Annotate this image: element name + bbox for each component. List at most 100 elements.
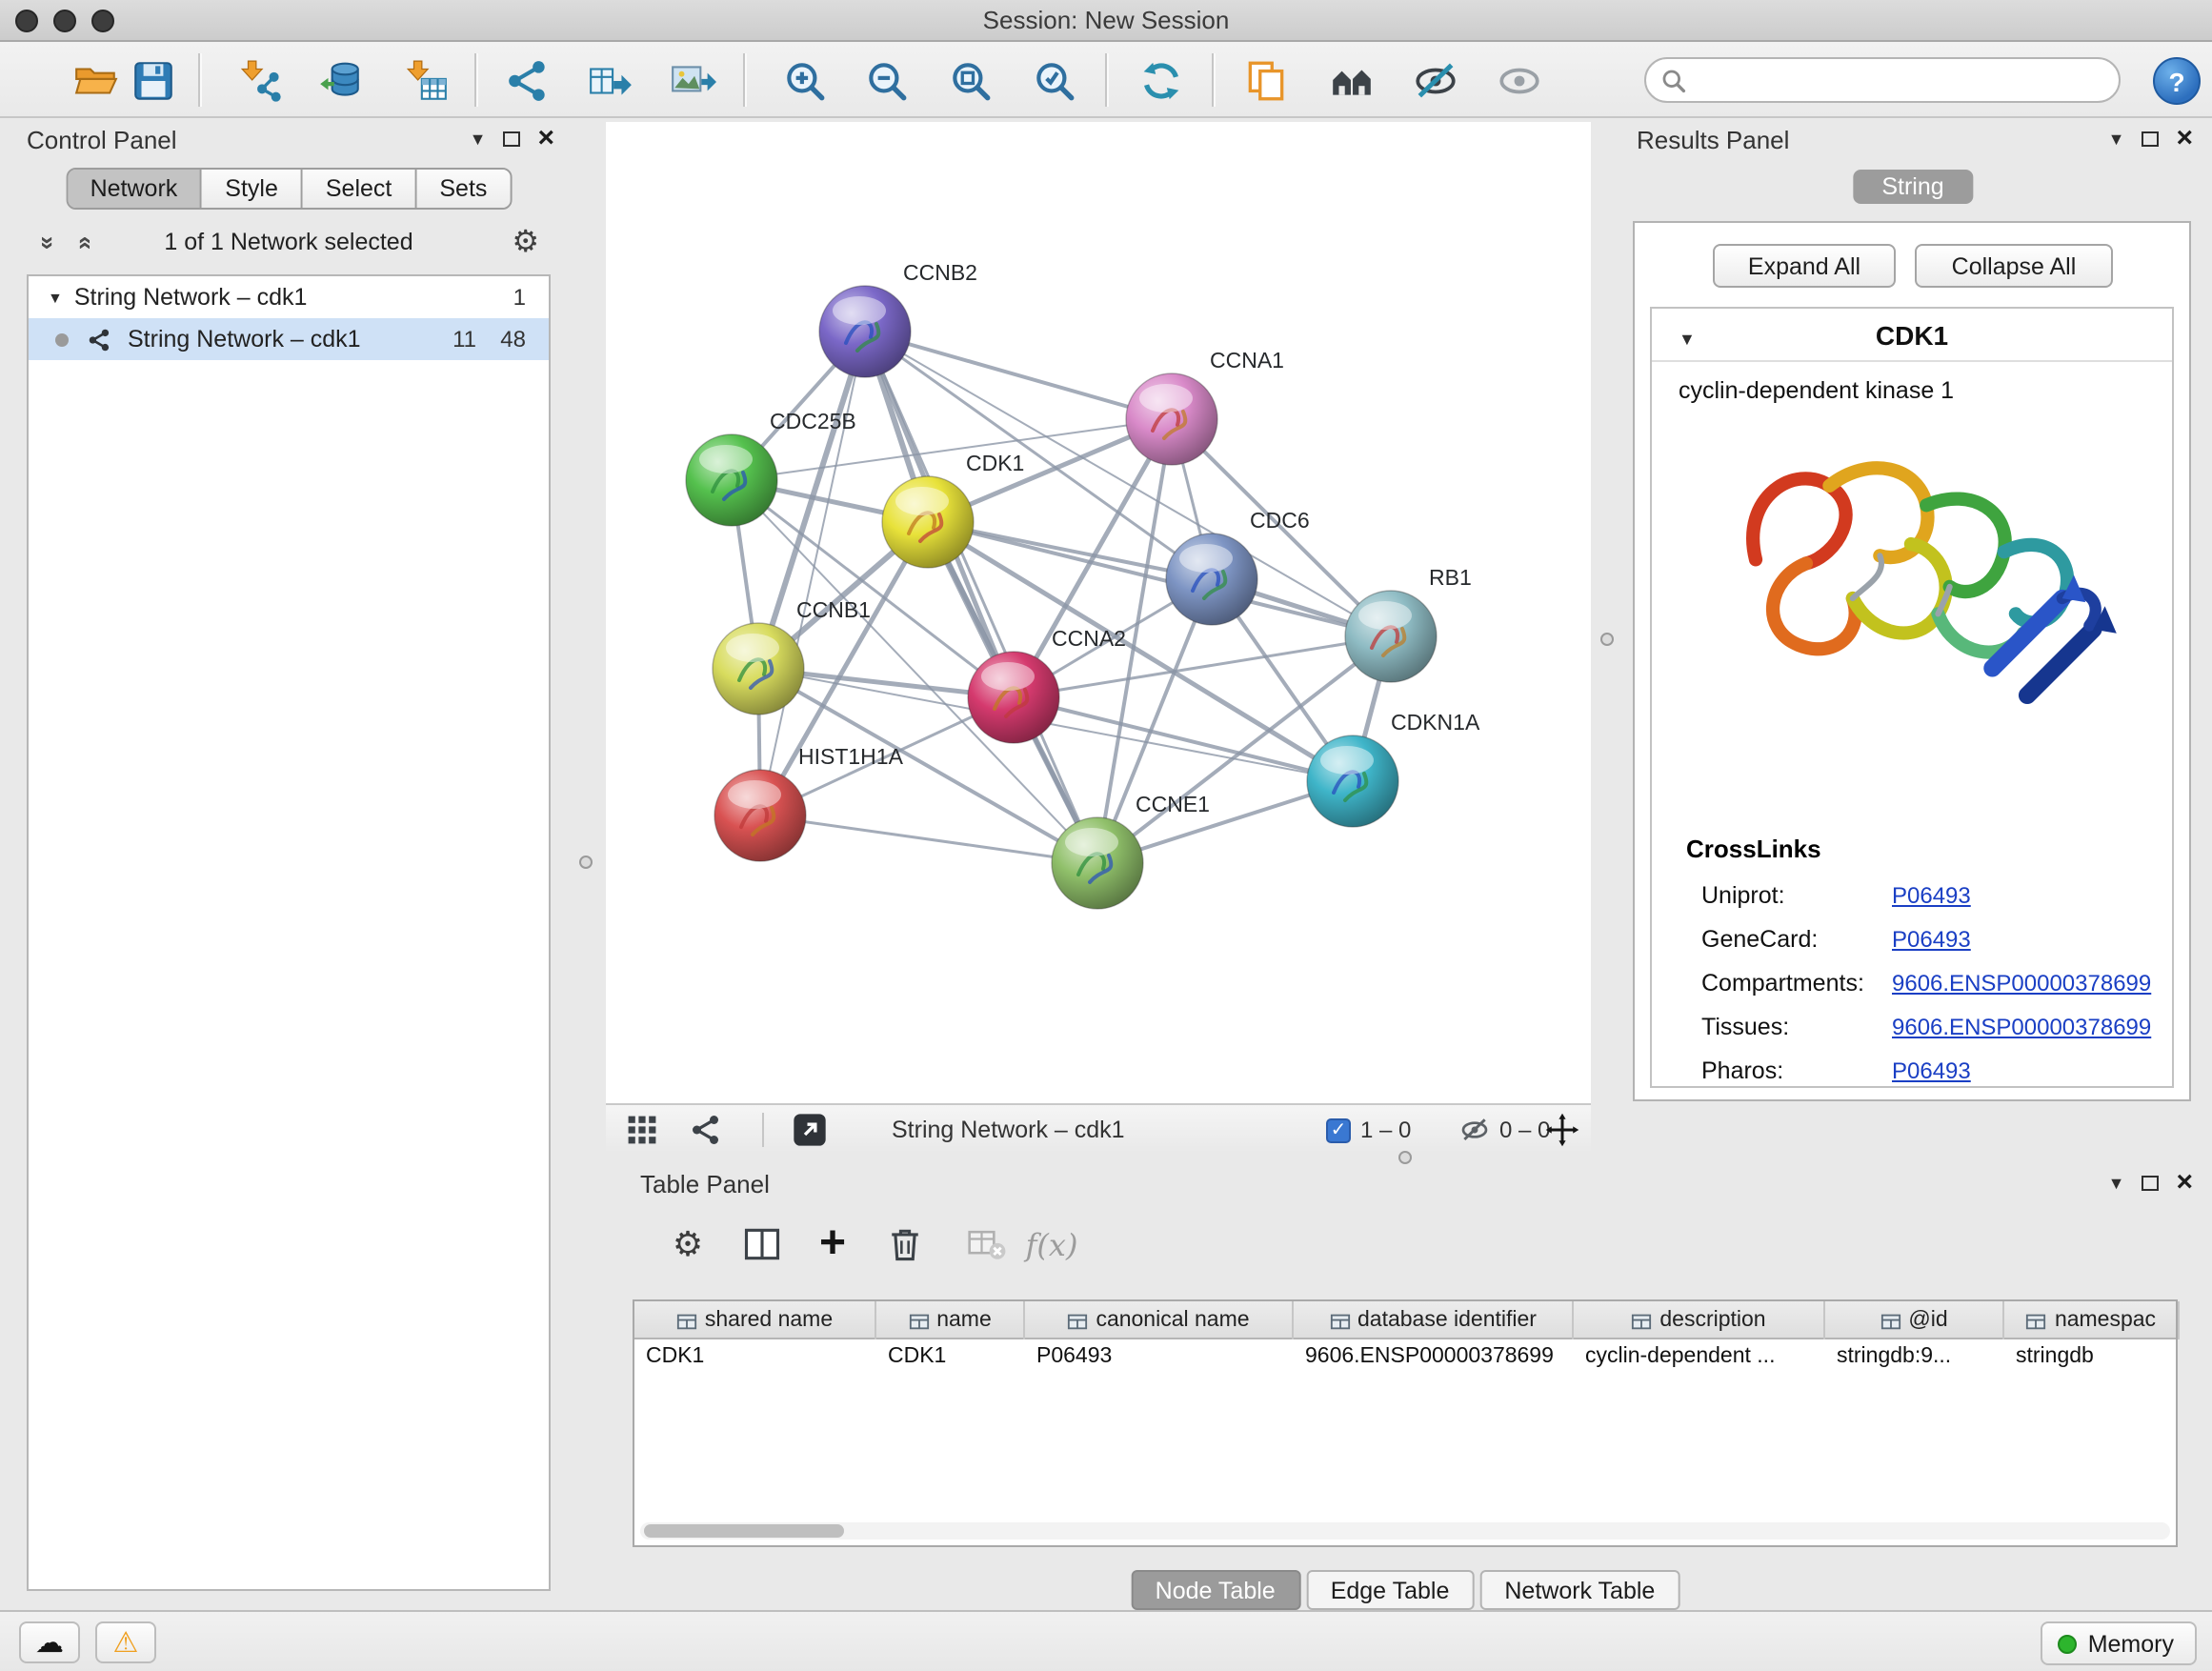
- network-node-cdc6[interactable]: CDC6: [1166, 508, 1310, 625]
- crosslink-link-genecard[interactable]: P06493: [1892, 926, 1971, 953]
- table-options-button[interactable]: ⚙: [659, 1216, 716, 1273]
- panel-close-icon[interactable]: ×: [2176, 1170, 2193, 1197]
- tab-sets[interactable]: Sets: [416, 170, 510, 208]
- table-cell: P06493: [1025, 1339, 1294, 1378]
- hidden-eye-icon[interactable]: [1459, 1115, 1490, 1145]
- network-options-gear-icon[interactable]: ⚙: [512, 223, 539, 261]
- open-in-browser-button[interactable]: [789, 1111, 831, 1149]
- function-builder-button[interactable]: f(x): [1023, 1216, 1080, 1273]
- left-splitter-handle[interactable]: [579, 856, 593, 869]
- network-node-rb1[interactable]: RB1: [1345, 565, 1472, 682]
- panel-float-icon[interactable]: [503, 131, 520, 147]
- network-canvas[interactable]: CCNB2CCNA1CDC25BCDK1CDC6RB1CCNB1CCNA2CDK…: [606, 122, 1591, 1103]
- selected-checkbox-icon[interactable]: ✓: [1326, 1117, 1351, 1142]
- tab-network[interactable]: Network: [68, 170, 203, 208]
- apply-layout-button[interactable]: [1130, 48, 1191, 112]
- column-header-namespac[interactable]: namespac: [2004, 1301, 2180, 1339]
- delete-table-button[interactable]: [958, 1216, 1016, 1273]
- tab-edge-table[interactable]: Edge Table: [1306, 1570, 1475, 1610]
- copy-button[interactable]: [1235, 48, 1296, 112]
- panel-close-icon[interactable]: ×: [537, 126, 554, 152]
- create-column-button[interactable]: +: [804, 1216, 861, 1273]
- tab-select[interactable]: Select: [303, 170, 417, 208]
- network-node-cdk1[interactable]: CDK1: [882, 451, 1024, 568]
- panel-menu-icon[interactable]: ▼: [2108, 1170, 2125, 1197]
- panel-menu-icon[interactable]: ▼: [2108, 126, 2125, 152]
- column-header-description[interactable]: description: [1574, 1301, 1825, 1339]
- tab-node-table[interactable]: Node Table: [1131, 1570, 1300, 1610]
- show-columns-button[interactable]: [734, 1216, 791, 1273]
- network-node-ccnb1[interactable]: CCNB1: [713, 597, 871, 715]
- panel-float-icon[interactable]: [2142, 1176, 2159, 1191]
- delete-column-button[interactable]: [876, 1216, 934, 1273]
- houses-icon: [1327, 56, 1375, 104]
- panel-float-icon[interactable]: [2142, 131, 2159, 147]
- zoom-fit-button[interactable]: [939, 48, 1000, 112]
- grid-view-icon[interactable]: [625, 1113, 659, 1147]
- import-network-database-button[interactable]: [309, 48, 370, 112]
- column-icon: [2026, 1310, 2047, 1331]
- zoom-selected-button[interactable]: [1023, 48, 1084, 112]
- crosslink-link-uniprot[interactable]: P06493: [1892, 882, 1971, 909]
- column-icon: [1067, 1310, 1088, 1331]
- search-input[interactable]: [1696, 67, 2103, 93]
- table-row[interactable]: CDK1CDK1P064939606.ENSP00000378699cyclin…: [634, 1339, 2176, 1378]
- network-edge[interactable]: [865, 332, 1097, 863]
- network-edge[interactable]: [760, 815, 1097, 863]
- horizontal-scrollbar[interactable]: [640, 1522, 2170, 1540]
- export-network-button[interactable]: [579, 48, 640, 112]
- node-label: CDC6: [1250, 508, 1310, 533]
- network-node-cdkn1a[interactable]: CDKN1A: [1307, 710, 1480, 827]
- crosslinks-heading: CrossLinks: [1686, 835, 1821, 863]
- warnings-button[interactable]: ⚠: [95, 1621, 156, 1663]
- network-edge[interactable]: [760, 332, 865, 815]
- network-node-hist1h1a[interactable]: HIST1H1A: [714, 744, 904, 861]
- import-network-file-button[interactable]: [229, 48, 290, 112]
- open-session-button[interactable]: [65, 48, 126, 112]
- network-collection-row[interactable]: ▼ String Network – cdk1 1: [29, 276, 549, 318]
- network-overview-icon[interactable]: [690, 1113, 724, 1147]
- eye-slash-icon: [1411, 56, 1458, 104]
- column-header-database-identifier[interactable]: database identifier: [1294, 1301, 1574, 1339]
- save-session-button[interactable]: [122, 48, 183, 112]
- crosslink-link-pharos[interactable]: P06493: [1892, 1057, 1971, 1084]
- network-edge[interactable]: [865, 332, 1172, 419]
- network-row[interactable]: String Network – cdk1 11 48: [29, 318, 549, 360]
- bottom-splitter-handle[interactable]: [1398, 1151, 1412, 1164]
- cloud-tasks-button[interactable]: ☁: [19, 1621, 80, 1663]
- help-button[interactable]: ?: [2153, 57, 2201, 105]
- crosslink-link-compartments[interactable]: 9606.ENSP00000378699: [1892, 970, 2151, 997]
- memory-button[interactable]: Memory: [2041, 1621, 2197, 1665]
- show-all-button[interactable]: [1488, 48, 1549, 112]
- network-node-ccna1[interactable]: CCNA1: [1126, 348, 1284, 465]
- import-table-button[interactable]: [394, 48, 455, 112]
- section-collapse-icon[interactable]: ▼: [1679, 326, 1696, 352]
- tab-network-table[interactable]: Network Table: [1479, 1570, 1679, 1610]
- zoom-in-button[interactable]: [774, 48, 835, 112]
- panel-close-icon[interactable]: ×: [2176, 126, 2193, 152]
- title-bar: Session: New Session: [0, 0, 2212, 42]
- zoom-out-button[interactable]: [855, 48, 916, 112]
- crosslink-link-tissues[interactable]: 9606.ENSP00000378699: [1892, 1014, 2151, 1040]
- column-header-id[interactable]: @id: [1825, 1301, 2004, 1339]
- tab-style[interactable]: Style: [202, 170, 303, 208]
- search-box[interactable]: [1644, 57, 2121, 103]
- collapse-triangle-icon[interactable]: ▼: [48, 289, 63, 306]
- right-splitter-handle[interactable]: [1600, 633, 1614, 646]
- birdseye-view-button[interactable]: [1320, 48, 1381, 112]
- tab-string[interactable]: String: [1853, 170, 1972, 204]
- expand-all-button[interactable]: Expand All: [1713, 244, 1896, 288]
- column-header-shared-name[interactable]: shared name: [634, 1301, 876, 1339]
- export-image-button[interactable]: [661, 48, 722, 112]
- panel-menu-icon[interactable]: ▼: [470, 126, 487, 152]
- fit-content-crosshair-icon[interactable]: [1545, 1113, 1579, 1147]
- network-edge[interactable]: [928, 522, 1391, 636]
- hide-selected-button[interactable]: [1404, 48, 1465, 112]
- column-header-name[interactable]: name: [876, 1301, 1025, 1339]
- column-header-canonical-name[interactable]: canonical name: [1025, 1301, 1294, 1339]
- new-network-button[interactable]: [497, 48, 558, 112]
- memory-label: Memory: [2088, 1630, 2174, 1657]
- collapse-all-button[interactable]: Collapse All: [1915, 244, 2113, 288]
- network-node-ccnb2[interactable]: CCNB2: [819, 260, 977, 377]
- scrollbar-thumb[interactable]: [644, 1524, 844, 1538]
